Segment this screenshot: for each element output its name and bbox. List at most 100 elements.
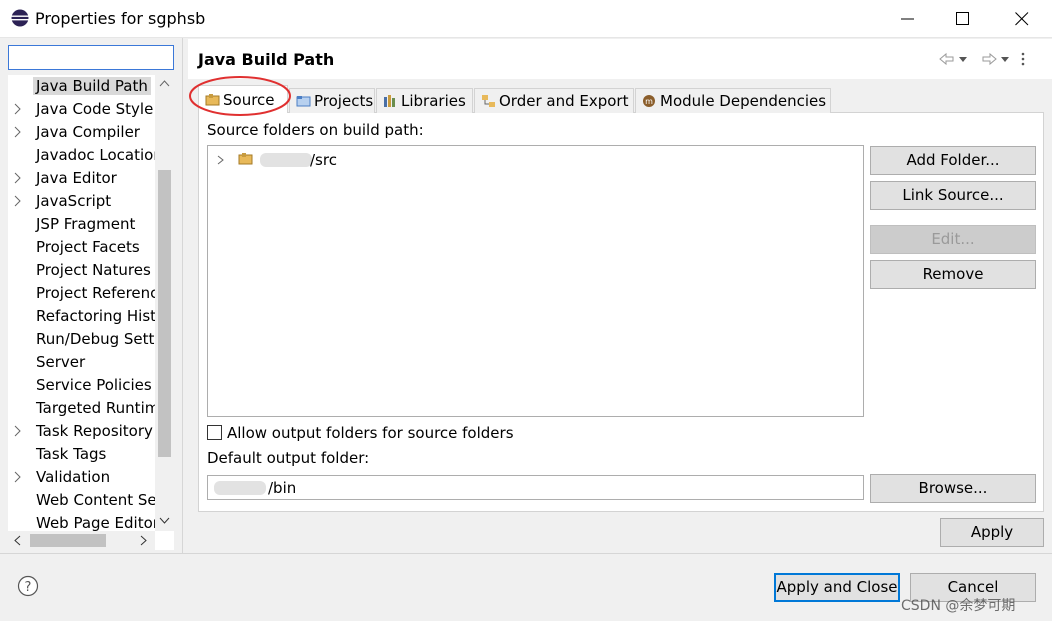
tree-item[interactable]: Java Code Style [8,98,158,121]
chevron-right-icon[interactable] [14,126,22,138]
tab-projects[interactable]: Projects [289,88,375,113]
libraries-icon [384,95,395,107]
tree-item-label: Project References [36,284,158,302]
minimize-icon [901,18,914,20]
tree-item-label: Web Content Settings [36,491,158,509]
scroll-left-icon [14,535,21,546]
tree-horizontal-scrollbar[interactable] [8,531,155,550]
tree-item-label: Project Facets [36,238,140,256]
page-header: Java Build Path [188,39,1052,79]
maximize-button[interactable] [935,0,991,38]
chevron-right-icon[interactable] [14,471,22,483]
tree-vertical-scroll-thumb[interactable] [158,170,171,457]
source-folders-label: Source folders on build path: [207,121,424,139]
default-output-folder-field[interactable]: /bin [207,475,864,500]
order-export-icon [482,95,495,107]
chevron-right-icon[interactable] [217,155,225,165]
tree-item[interactable]: Web Content Settings [8,489,158,512]
chevron-right-icon[interactable] [14,103,22,115]
tree-item[interactable]: Java Compiler [8,121,158,144]
navigation-icons [939,52,1025,66]
tree-item-label: Run/Debug Settings [36,330,158,348]
tree-item[interactable]: Java Editor [8,167,158,190]
edit-button[interactable]: Edit... [870,225,1036,254]
tree-item-label: JavaScript [36,192,112,210]
tree-item[interactable]: Run/Debug Settings [8,328,158,351]
remove-button[interactable]: Remove [870,260,1036,289]
browse-button[interactable]: Browse... [870,474,1036,503]
tree-item[interactable]: Project Facets [8,236,158,259]
source-folder-icon [238,153,253,165]
tab-module-dependencies[interactable]: m Module Dependencies [635,88,831,113]
tree-item-label: Java Code Style [36,100,154,118]
tree-vertical-scrollbar[interactable] [155,75,174,531]
tree-item-label: Java Compiler [36,123,140,141]
default-output-folder-label: Default output folder: [207,449,370,467]
tree-item[interactable]: Task Tags [8,443,158,466]
window-title: Properties for sgphsb [35,9,206,28]
add-folder-button[interactable]: Add Folder... [870,146,1036,175]
tree-item-label: Java Editor [36,169,117,187]
back-menu-chevron-icon[interactable] [959,57,967,62]
tree-item[interactable]: Javadoc Location [8,144,158,167]
tree-item[interactable]: JavaScript [8,190,158,213]
tab-order-export[interactable]: Order and Export [474,88,634,113]
help-icon[interactable]: ? [17,575,39,597]
source-folder-list[interactable]: /src [207,145,864,417]
tree-item-label: JSP Fragment [36,215,136,233]
tree-item-label: Server [36,353,86,371]
tree-item[interactable]: Project References [8,282,158,305]
preferences-tree: Java Build Path Java Code Style Java Compi… [8,75,174,550]
eclipse-icon [11,9,29,27]
view-menu-icon[interactable] [1021,52,1025,66]
filter-input[interactable] [8,45,174,70]
watermark: CSDN @余梦可期 [901,598,1016,614]
highlight-circle [189,76,291,116]
svg-text:m: m [645,97,653,106]
module-icon: m [643,95,655,107]
close-button[interactable] [994,0,1050,38]
pane-divider[interactable] [182,38,183,553]
redacted-project-name [260,153,312,167]
back-icon[interactable] [939,52,954,66]
tree-item[interactable]: Server [8,351,158,374]
chevron-right-icon[interactable] [14,425,22,437]
scroll-up-icon [159,80,170,87]
title-bar: Properties for sgphsb [0,0,1052,38]
apply-button[interactable]: Apply [940,518,1044,547]
tree-item[interactable]: Targeted Runtimes [8,397,158,420]
tree-item-label: Web Page Editor [36,514,158,532]
forward-icon[interactable] [982,52,997,66]
svg-text:?: ? [25,580,32,595]
tree-item-label: Refactoring History [36,307,158,325]
allow-output-folders-label: Allow output folders for source folders [227,424,514,442]
tab-libraries[interactable]: Libraries [376,88,473,113]
tree-item-label: Java Build Path [33,77,151,95]
tree-horizontal-scroll-thumb[interactable] [30,534,106,547]
scroll-right-icon [140,535,147,546]
bottom-divider [0,553,1052,554]
close-icon [1015,12,1029,26]
tree-item[interactable]: Project Natures [8,259,158,282]
tree-item[interactable]: Refactoring History [8,305,158,328]
chevron-right-icon[interactable] [14,172,22,184]
maximize-icon [956,12,969,25]
tree-item[interactable]: Java Build Path [8,75,158,98]
tree-item-label: Javadoc Location [36,146,158,164]
minimize-button[interactable] [880,0,936,38]
output-folder-value: /bin [268,479,297,497]
link-source-button[interactable]: Link Source... [870,181,1036,210]
tree-item[interactable]: Task Repository [8,420,158,443]
tree-item[interactable]: Validation [8,466,158,489]
forward-menu-chevron-icon[interactable] [1001,57,1009,62]
tree-item-label: Task Repository [36,422,153,440]
tree-item[interactable]: Service Policies [8,374,158,397]
apply-and-close-button[interactable]: Apply and Close [774,573,900,602]
tree-item-label: Validation [36,468,111,486]
tree-item-label: Targeted Runtimes [36,399,158,417]
scroll-down-icon [159,517,170,524]
tree-item-label: Task Tags [36,445,107,463]
allow-output-folders-checkbox[interactable] [207,425,222,440]
tree-item[interactable]: JSP Fragment [8,213,158,236]
chevron-right-icon[interactable] [14,195,22,207]
